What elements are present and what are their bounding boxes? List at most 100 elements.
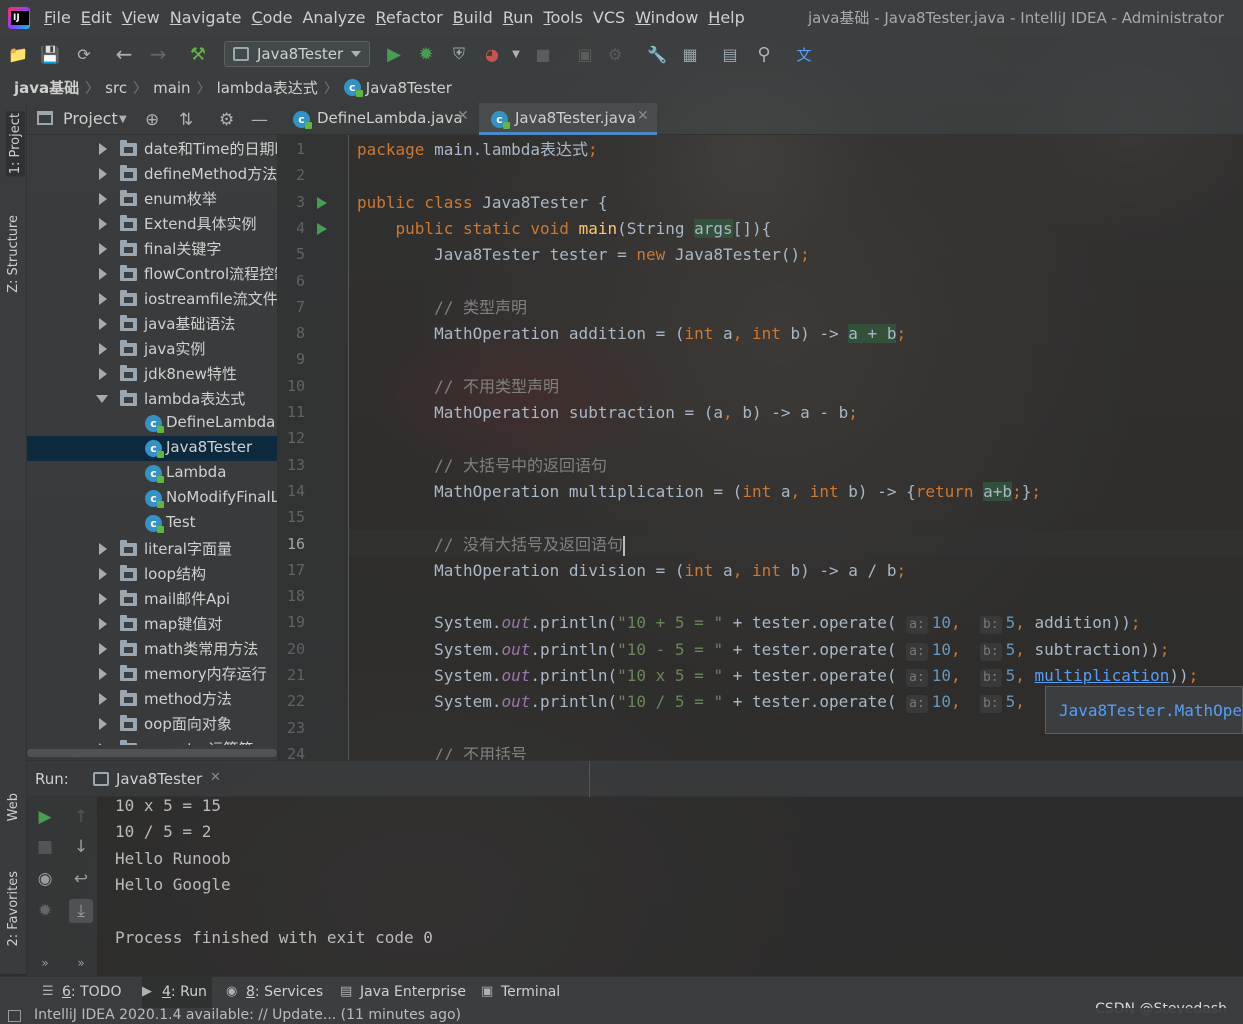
chevron-right-icon[interactable] [99,243,107,255]
menu-navigate[interactable]: Navigate [170,0,250,36]
tree-folder-item[interactable]: java基础语法 [27,311,277,336]
tree-folder-item[interactable]: operator运算符 [27,736,277,745]
more-actions-icon[interactable]: » [69,951,93,975]
gear-icon[interactable]: ⚙ [219,110,234,130]
chevron-right-icon[interactable] [99,643,107,655]
menu-view[interactable]: View [122,0,168,36]
open-folder-icon[interactable]: 📁 [8,44,28,64]
tree-folder-item[interactable]: final关键字 [27,236,277,261]
menu-run[interactable]: Run [503,0,542,36]
menu-analyze[interactable]: Analyze [302,0,373,36]
run-configuration-select[interactable]: Java8Tester [224,41,370,67]
run-icon[interactable]: ▶ [384,44,404,65]
chevron-right-icon[interactable] [99,568,107,580]
gutter-run-icon[interactable] [317,197,327,209]
tree-folder-item[interactable]: iostreamfile流文件 [27,286,277,311]
stop-icon[interactable]: ■ [33,835,57,859]
web-tool-button[interactable]: Web [6,793,21,821]
tree-folder-item[interactable]: Extend具体实例 [27,211,277,236]
chevron-right-icon[interactable] [99,218,107,230]
tree-folder-item[interactable]: mail邮件Api [27,586,277,611]
tree-folder-item[interactable]: method方法 [27,686,277,711]
search-icon[interactable]: ⚲ [754,44,774,65]
collapse-all-icon[interactable]: ⇅ [179,110,193,130]
chevron-right-icon[interactable] [99,268,107,280]
debug-bug-icon[interactable]: ✹ [416,44,436,65]
tree-class-item[interactable]: c Test [27,511,277,536]
chevron-right-icon[interactable] [99,668,107,680]
save-all-icon[interactable]: 💾 [40,44,60,64]
menu-code[interactable]: Code [252,0,301,36]
build-hammer-icon[interactable]: ⚒ [188,44,208,65]
hide-panel-icon[interactable]: — [251,110,268,130]
menu-help[interactable]: Help [708,0,752,36]
chevron-right-icon[interactable] [99,693,107,705]
tree-folder-item[interactable]: lambda表达式 [27,386,277,411]
close-icon[interactable]: ✕ [210,770,221,785]
tree-folder-item[interactable]: jdk8new特性 [27,361,277,386]
forward-arrow-icon[interactable]: → [148,42,168,66]
project-tool-button[interactable]: 1: Project [6,111,25,177]
presentation-icon[interactable]: ▤ [720,44,740,64]
project-structure-icon[interactable]: ▦ [680,44,700,64]
tree-folder-item[interactable]: java实例 [27,336,277,361]
tree-class-item[interactable]: c DefineLambda [27,411,277,436]
chevron-right-icon[interactable] [99,143,107,155]
project-view-select[interactable]: Project [63,109,118,128]
chevron-down-icon[interactable] [96,395,108,403]
chevron-right-icon[interactable] [99,718,107,730]
profile-dropdown-icon[interactable]: ▼ [506,44,526,64]
editor-tab[interactable]: c DefineLambda.java ✕ [281,103,477,135]
chevron-right-icon[interactable] [99,293,107,305]
bottom-tool-button[interactable]: ▶ 4: Run [142,977,212,1009]
settings-wrench-icon[interactable]: 🔧 [647,44,667,64]
breadcrumb-item[interactable]: src [105,79,127,97]
settings-bug-icon[interactable]: ✹ [33,899,57,923]
tree-folder-item[interactable]: date和Time的日期时间 [27,136,277,161]
synchronize-icon[interactable]: ⟳ [74,44,94,64]
coverage-shield-icon[interactable]: ⛨ [449,44,469,64]
chevron-right-icon[interactable] [99,318,107,330]
tree-horizontal-scrollbar[interactable] [27,749,277,757]
chevron-right-icon[interactable] [99,193,107,205]
status-text[interactable]: IntelliJ IDEA 2020.1.4 available: // Upd… [34,1007,461,1023]
up-arrow-icon[interactable]: ↑ [69,805,93,829]
tree-class-item[interactable]: c Lambda [27,461,277,486]
attach-debugger-icon[interactable]: ▣ [575,44,595,64]
chevron-right-icon[interactable] [99,543,107,555]
chevron-right-icon[interactable] [99,743,107,745]
chevron-right-icon[interactable] [99,618,107,630]
menu-refactor[interactable]: Refactor [376,0,451,36]
gutter-run-icon[interactable] [317,223,327,235]
locate-target-icon[interactable]: ⊕ [145,110,159,130]
tree-folder-item[interactable]: defineMethod方法 [27,161,277,186]
vcs-icon[interactable]: ⚙ [605,44,625,64]
chevron-right-icon[interactable] [99,593,107,605]
bottom-tool-button[interactable]: ▣ Terminal [481,977,561,1009]
translate-icon[interactable]: 文 [794,44,814,64]
run-tab-java8tester[interactable]: Java8Tester ✕ [87,761,227,797]
bottom-tool-button[interactable]: ◉ 8: Services [226,977,326,1009]
tree-folder-item[interactable]: math类常用方法 [27,636,277,661]
menu-vcs[interactable]: VCS [593,0,633,36]
menu-file[interactable]: File [44,0,79,36]
rerun-icon[interactable]: ▶ [33,805,57,829]
editor-tab[interactable]: c Java8Tester.java ✕ [479,103,657,135]
favorites-tool-button[interactable]: 2: Favorites [6,871,21,947]
chevron-down-icon[interactable]: ▼ [119,114,127,125]
tree-folder-item[interactable]: flowControl流程控制 [27,261,277,286]
breadcrumb-item[interactable]: java基础 [14,77,79,98]
chevron-right-icon[interactable] [99,368,107,380]
menu-tools[interactable]: Tools [544,0,591,36]
down-arrow-icon[interactable]: ↓ [69,835,93,859]
tree-folder-item[interactable]: map键值对 [27,611,277,636]
tree-folder-item[interactable]: literal字面量 [27,536,277,561]
stop-icon[interactable]: ■ [533,44,553,64]
structure-tool-button[interactable]: Z: Structure [6,215,21,293]
chevron-right-icon[interactable] [99,343,107,355]
breadcrumb-item[interactable]: main [153,79,190,97]
more-actions-icon[interactable]: » [33,951,57,975]
tree-folder-item[interactable]: oop面向对象 [27,711,277,736]
menu-build[interactable]: Build [453,0,501,36]
breadcrumb-item[interactable]: lambda表达式 [217,77,318,98]
